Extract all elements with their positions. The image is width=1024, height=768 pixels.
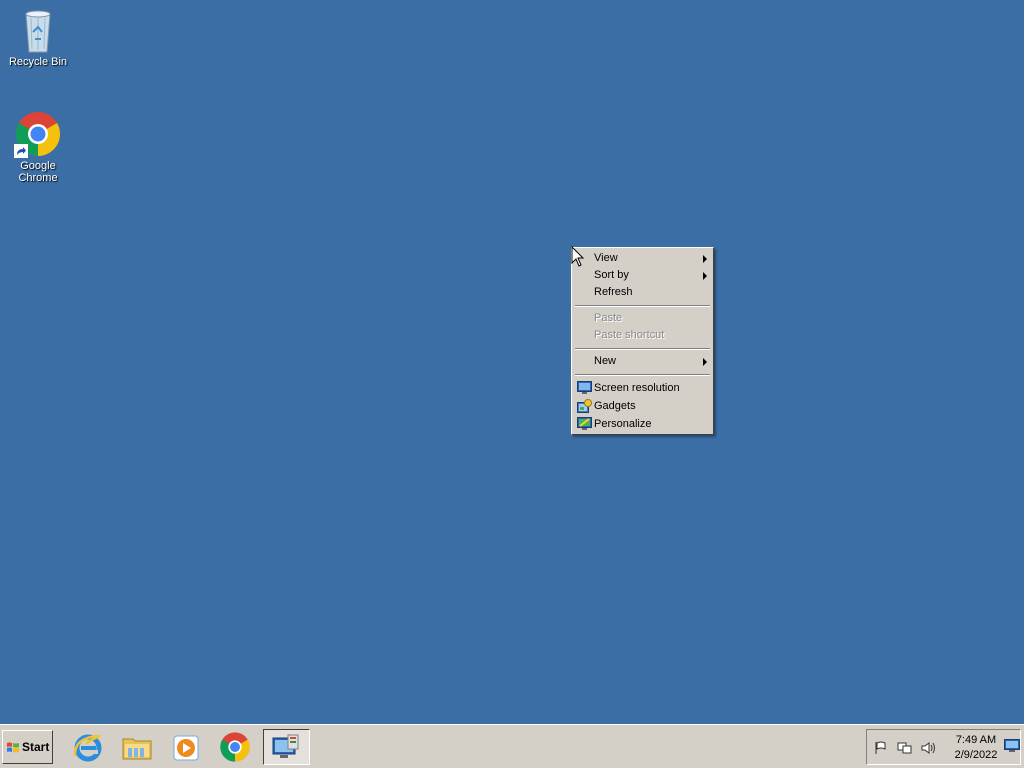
volume-icon[interactable] (921, 741, 937, 755)
menu-item-label: Personalize (594, 418, 652, 430)
start-button[interactable]: Start (2, 730, 53, 764)
submenu-arrow-icon (703, 358, 707, 366)
internet-explorer-icon (73, 734, 102, 762)
chrome-icon (14, 110, 62, 158)
recycle-bin-icon (14, 6, 62, 54)
menu-item-refresh[interactable]: Refresh (574, 284, 711, 301)
menu-item-label: Screen resolution (594, 382, 680, 394)
taskbar-server-manager[interactable] (263, 729, 310, 765)
menu-separator (575, 305, 710, 307)
taskbar-chrome[interactable] (213, 729, 257, 765)
clock[interactable]: 7:49 AM 2/9/2022 (945, 733, 1007, 763)
gadgets-icon (577, 399, 592, 413)
menu-item-gadgets[interactable]: Gadgets (574, 398, 711, 415)
show-desktop-button[interactable] (1004, 739, 1020, 753)
menu-item-label: Paste (594, 312, 623, 324)
screen-resolution-icon (577, 381, 592, 395)
menu-separator (575, 348, 710, 350)
chrome-icon (220, 732, 250, 762)
menu-item-paste-shortcut: Paste shortcut (574, 327, 711, 344)
menu-item-label: Sort by (594, 269, 629, 281)
clock-time: 7:49 AM (955, 734, 997, 746)
server-manager-icon (272, 734, 299, 758)
taskbar: Start 7:49 AM 2/9/2022 (0, 724, 1024, 768)
menu-separator (575, 374, 710, 376)
desktop-icon-recycle-bin[interactable]: Recycle Bin (0, 6, 76, 68)
personalize-icon (577, 417, 592, 431)
windows-explorer-icon (122, 738, 152, 760)
taskbar-media-player[interactable] (164, 729, 208, 765)
show-desktop-icon (1004, 739, 1020, 752)
start-label: Start (22, 740, 50, 754)
network-icon[interactable] (897, 741, 913, 755)
menu-item-label: View (594, 252, 618, 264)
desktop[interactable]: Recycle Bin Google Chrome View Sort by R… (0, 0, 1024, 724)
menu-item-view[interactable]: View (574, 250, 711, 267)
shortcut-arrow-icon (14, 144, 28, 158)
system-tray: 7:49 AM 2/9/2022 (866, 729, 1021, 765)
menu-item-screen-resolution[interactable]: Screen resolution (574, 380, 711, 397)
menu-item-label: Gadgets (594, 400, 636, 412)
mouse-cursor-icon (571, 246, 585, 267)
desktop-icon-label: Google Chrome (18, 160, 58, 184)
menu-item-paste: Paste (574, 310, 711, 327)
desktop-context-menu: View Sort by Refresh Paste Paste shortcu… (571, 247, 714, 435)
menu-item-label: New (594, 355, 617, 367)
menu-item-label: Paste shortcut (594, 329, 665, 341)
desktop-icon-google-chrome[interactable]: Google Chrome (0, 110, 76, 184)
submenu-arrow-icon (703, 255, 707, 263)
action-center-flag-icon[interactable] (873, 741, 889, 755)
desktop-icon-label: Recycle Bin (8, 56, 68, 68)
menu-item-personalize[interactable]: Personalize (574, 416, 711, 433)
menu-item-new[interactable]: New (574, 353, 711, 370)
menu-item-sort-by[interactable]: Sort by (574, 267, 711, 284)
clock-date: 2/9/2022 (954, 749, 998, 761)
submenu-arrow-icon (703, 272, 707, 280)
menu-item-label: Refresh (594, 286, 633, 298)
taskbar-windows-explorer[interactable] (115, 729, 159, 765)
windows-logo-icon (6, 741, 20, 755)
media-player-icon (173, 735, 199, 761)
taskbar-internet-explorer[interactable] (66, 729, 110, 765)
